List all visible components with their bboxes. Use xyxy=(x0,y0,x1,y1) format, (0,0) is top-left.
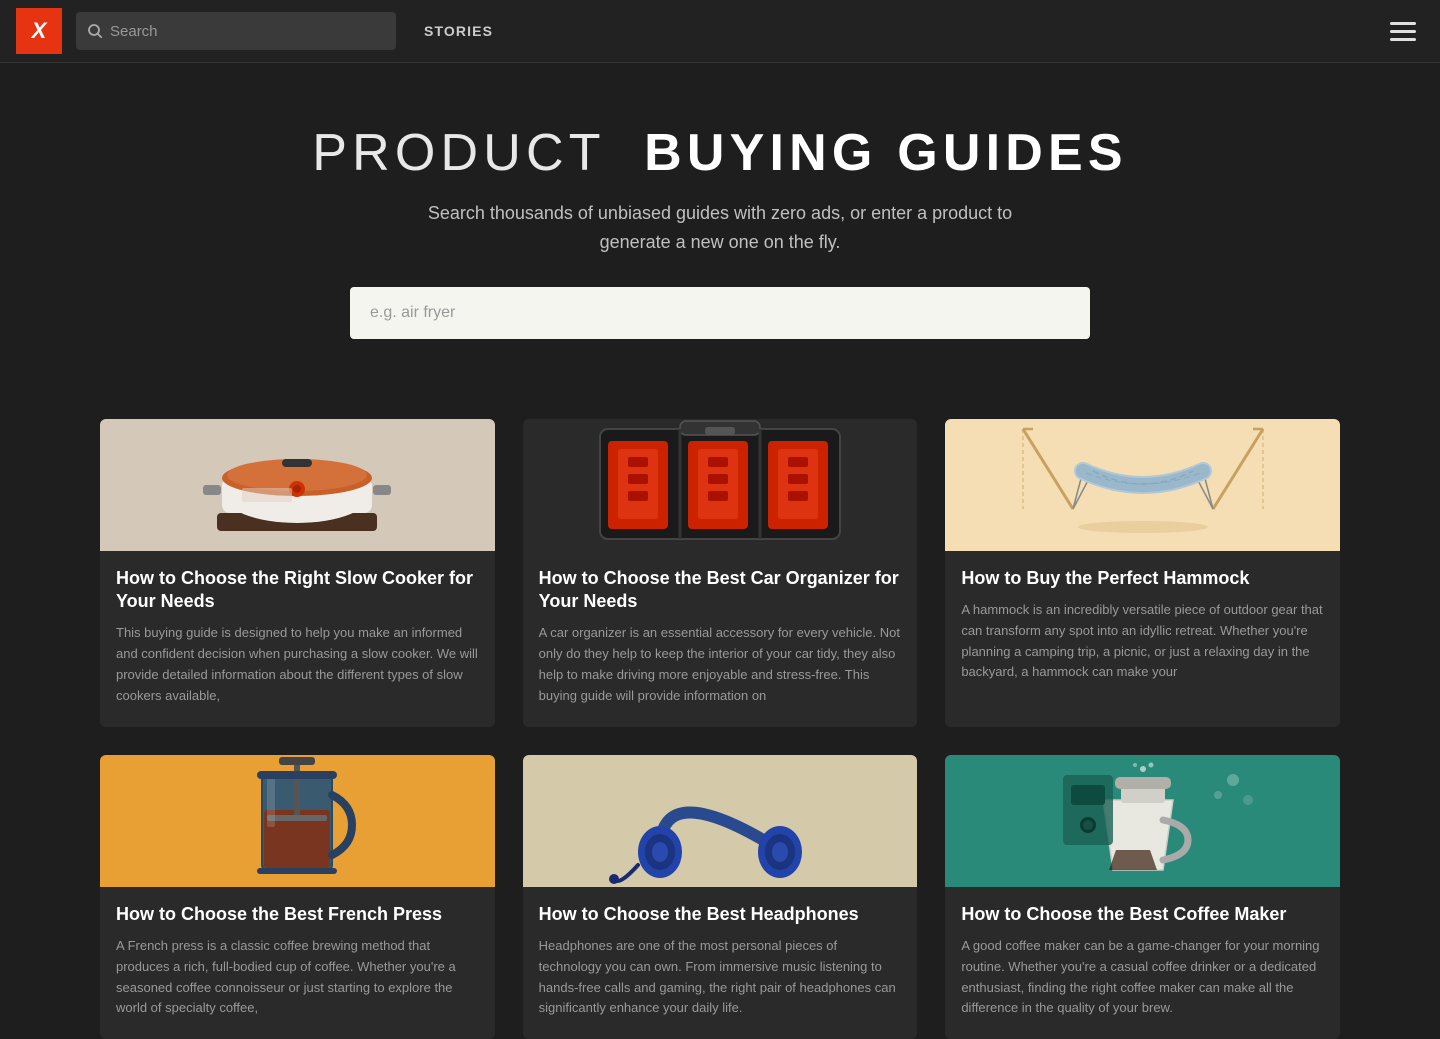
card-slow-cooker[interactable]: How to Choose the Right Slow Cooker for … xyxy=(100,419,495,727)
card-title-slow-cooker: How to Choose the Right Slow Cooker for … xyxy=(116,567,479,614)
card-title-car-organizer: How to Choose the Best Car Organizer for… xyxy=(539,567,902,614)
header-search-bar[interactable] xyxy=(76,12,396,50)
hero-search-input[interactable] xyxy=(350,287,1090,339)
search-input[interactable] xyxy=(110,23,384,40)
page-title: PRODUCT BUYING GUIDES xyxy=(20,123,1420,183)
card-image-coffee-maker xyxy=(945,755,1340,887)
card-title-coffee-maker: How to Choose the Best Coffee Maker xyxy=(961,903,1324,926)
hero-title-bold: BUYING GUIDES xyxy=(644,124,1128,182)
cards-section: How to Choose the Right Slow Cooker for … xyxy=(0,379,1440,1039)
nav-stories-link[interactable]: STORIES xyxy=(424,23,493,39)
hero-title-light: PRODUCT xyxy=(312,124,605,182)
card-image-hammock xyxy=(945,419,1340,551)
card-image-headphones xyxy=(523,755,918,887)
hamburger-line-1 xyxy=(1390,22,1416,25)
hamburger-menu-button[interactable] xyxy=(1382,14,1424,49)
hamburger-line-3 xyxy=(1390,38,1416,41)
card-hammock[interactable]: How to Buy the Perfect Hammock A hammock… xyxy=(945,419,1340,727)
cards-grid: How to Choose the Right Slow Cooker for … xyxy=(100,419,1340,1039)
card-body-hammock: How to Buy the Perfect Hammock A hammock… xyxy=(945,551,1340,704)
card-image-french-press xyxy=(100,755,495,887)
hero-section: PRODUCT BUYING GUIDES Search thousands o… xyxy=(0,63,1440,379)
card-body-car-organizer: How to Choose the Best Car Organizer for… xyxy=(523,551,918,727)
card-title-french-press: How to Choose the Best French Press xyxy=(116,903,479,926)
card-body-slow-cooker: How to Choose the Right Slow Cooker for … xyxy=(100,551,495,727)
card-coffee-maker[interactable]: How to Choose the Best Coffee Maker A go… xyxy=(945,755,1340,1039)
logo[interactable]: X xyxy=(16,8,62,54)
card-image-slow-cooker xyxy=(100,419,495,551)
card-body-coffee-maker: How to Choose the Best Coffee Maker A go… xyxy=(945,887,1340,1039)
card-desc-headphones: Headphones are one of the most personal … xyxy=(539,936,902,1019)
card-desc-slow-cooker: This buying guide is designed to help yo… xyxy=(116,623,479,706)
logo-text: X xyxy=(32,18,47,44)
header: X STORIES xyxy=(0,0,1440,63)
hamburger-line-2 xyxy=(1390,30,1416,33)
search-icon xyxy=(88,24,102,38)
card-body-french-press: How to Choose the Best French Press A Fr… xyxy=(100,887,495,1039)
card-car-organizer[interactable]: How to Choose the Best Car Organizer for… xyxy=(523,419,918,727)
card-image-car-organizer xyxy=(523,419,918,551)
card-desc-hammock: A hammock is an incredibly versatile pie… xyxy=(961,600,1324,683)
card-desc-car-organizer: A car organizer is an essential accessor… xyxy=(539,623,902,706)
hero-search-wrap xyxy=(350,287,1090,339)
card-body-headphones: How to Choose the Best Headphones Headph… xyxy=(523,887,918,1039)
card-title-headphones: How to Choose the Best Headphones xyxy=(539,903,902,926)
card-desc-coffee-maker: A good coffee maker can be a game-change… xyxy=(961,936,1324,1019)
hero-subtitle: Search thousands of unbiased guides with… xyxy=(20,199,1420,257)
card-title-hammock: How to Buy the Perfect Hammock xyxy=(961,567,1324,590)
card-headphones[interactable]: How to Choose the Best Headphones Headph… xyxy=(523,755,918,1039)
card-desc-french-press: A French press is a classic coffee brewi… xyxy=(116,936,479,1019)
card-french-press[interactable]: How to Choose the Best French Press A Fr… xyxy=(100,755,495,1039)
